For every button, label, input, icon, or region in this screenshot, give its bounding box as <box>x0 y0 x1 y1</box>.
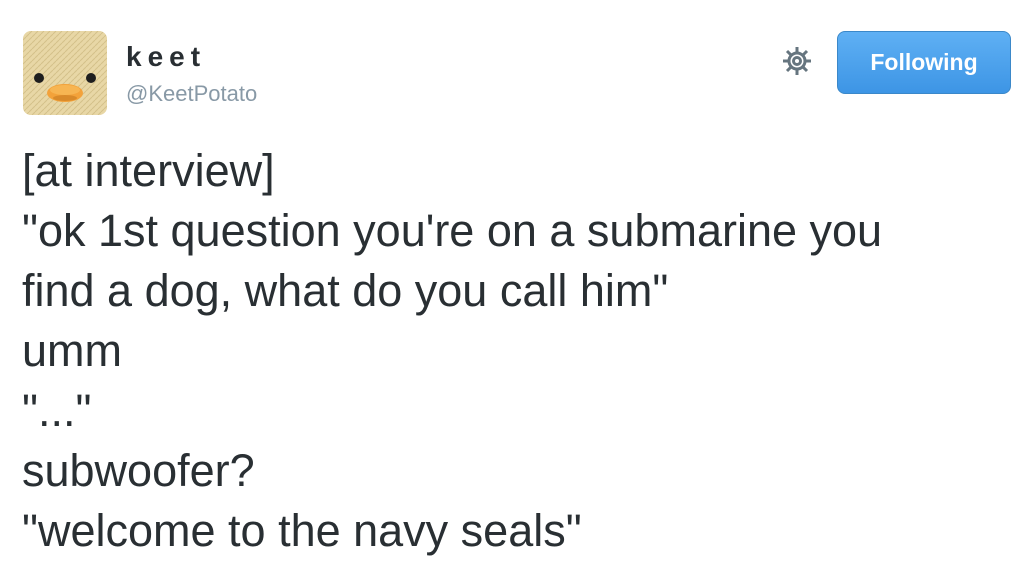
tweet-line: umm <box>22 325 122 376</box>
gear-icon[interactable] <box>780 44 814 78</box>
author-display-name[interactable]: keet <box>126 40 206 74</box>
author-avatar[interactable] <box>23 31 107 115</box>
duck-face-icon <box>23 31 107 115</box>
tweet-text: [at interview] "ok 1st question you're o… <box>22 141 1012 561</box>
tweet-line: "welcome to the navy seals" <box>22 505 582 556</box>
tweet-line: find a dog, what do you call him" <box>22 265 669 316</box>
tweet-line: [at interview] <box>22 145 275 196</box>
following-button[interactable]: Following <box>837 31 1011 94</box>
tweet-line: "..." <box>22 385 92 436</box>
tweet-line: "ok 1st question you're on a submarine y… <box>22 205 883 256</box>
tweet-line: subwoofer? <box>22 445 255 496</box>
author-handle[interactable]: @KeetPotato <box>126 81 257 107</box>
